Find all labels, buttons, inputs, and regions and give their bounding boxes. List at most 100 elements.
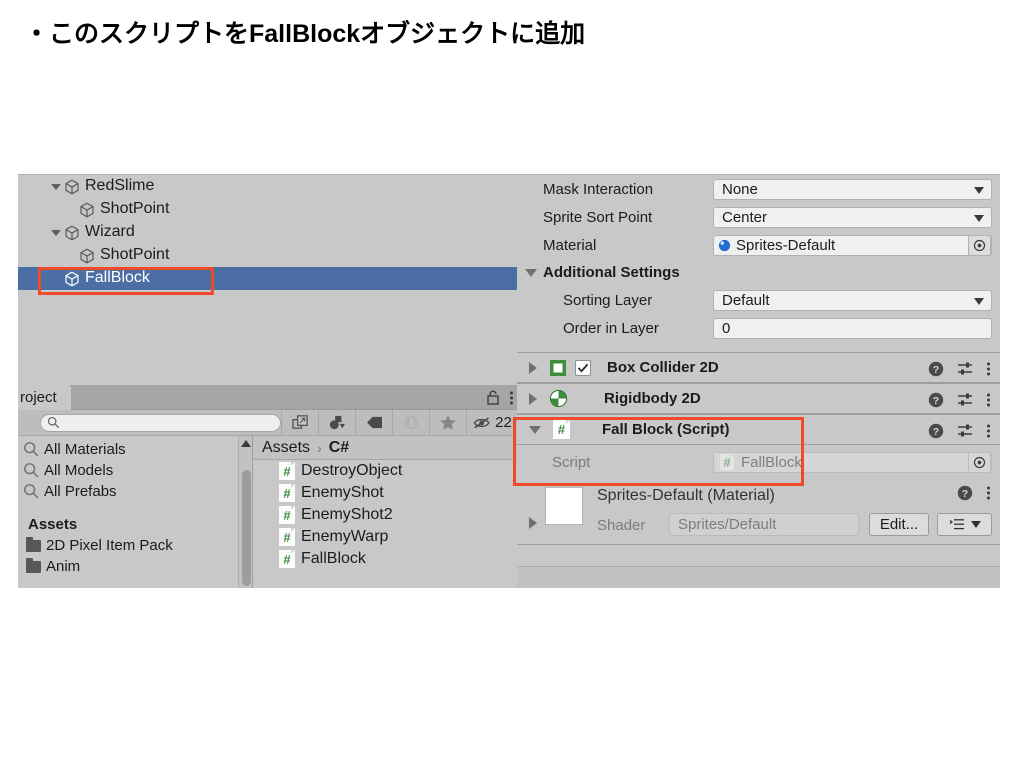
csharp-script-icon: # [720,454,734,470]
shader-dropdown[interactable]: Sprites/Default [669,513,859,536]
component-actions: ? [928,353,991,384]
component-header-rigidbody-2d[interactable]: Rigidbody 2D ? [517,383,1000,414]
hierarchy-item-wizard[interactable]: Wizard [18,221,518,244]
search-input[interactable] [40,413,281,432]
preset-icon[interactable] [957,392,973,407]
hierarchy-item-shotpoint-2[interactable]: ShotPoint [18,244,518,267]
foldout-redslime-icon[interactable] [48,175,63,198]
mask-interaction-dropdown[interactable]: None [713,178,992,200]
foldout-triangle-icon[interactable] [529,517,537,529]
asset-item-label: EnemyShot2 [301,506,393,523]
project-tree-item-anim[interactable]: Anim [18,556,252,577]
inspector-bottom-strip [517,566,1000,588]
scrollbar-thumb[interactable] [242,470,251,586]
field-value: Center [722,208,768,226]
material-actions: ? [957,485,991,501]
component-enabled-checkbox[interactable] [575,359,591,376]
lock-icon[interactable] [486,390,500,405]
field-value: Sprites-Default [736,236,836,254]
hierarchy-item-label: ShotPoint [100,200,170,217]
star-favorite-icon [440,414,456,430]
csharp-script-icon: # [279,506,295,524]
favorite-filter-button[interactable] [429,409,466,436]
project-tree-item-label: 2D Pixel Item Pack [46,537,173,554]
help-icon[interactable]: ? [928,423,944,439]
object-picker-icon[interactable] [968,451,991,473]
svg-text:?: ? [933,426,939,438]
help-icon[interactable]: ? [928,392,944,408]
foldout-triangle-icon[interactable] [529,425,541,434]
hierarchy-item-fallblock[interactable]: FallBlock [18,267,518,290]
asset-item-label: EnemyShot [301,484,384,501]
label-filter-button[interactable] [355,409,392,436]
breadcrumb-root[interactable]: Assets [262,439,310,457]
hidden-assets-button[interactable]: 22 [466,409,518,436]
script-object-field[interactable]: # FallBlock [713,451,992,473]
asset-item-destroyobject[interactable]: # DestroyObject [253,460,518,482]
folder-icon [26,536,41,552]
order-in-layer-input[interactable]: 0 [713,317,992,339]
asset-item-enemywarp[interactable]: # EnemyWarp [253,526,518,548]
kebab-menu-icon[interactable] [986,423,991,439]
expand-search-button[interactable] [281,409,318,436]
field-label: Mask Interaction [543,180,654,198]
search-text-field[interactable] [41,421,45,425]
gameobject-cube-icon [65,225,79,240]
kebab-menu-icon[interactable] [986,485,991,501]
box-collider-2d-icon [550,359,566,376]
field-sorting-layer: Sorting Layer Default [517,286,1000,314]
preset-icon[interactable] [957,423,973,438]
project-tree-item-all-materials[interactable]: All Materials [18,439,252,460]
foldout-triangle-icon[interactable] [525,268,537,277]
project-tree-item-label: Anim [46,558,81,575]
foldout-triangle-icon[interactable] [529,361,537,374]
project-tree-item-all-prefabs[interactable]: All Prefabs [18,481,252,502]
field-label: Material [543,236,597,254]
asset-item-enemyshot2[interactable]: # EnemyShot2 [253,504,518,526]
field-order-in-layer: Order in Layer 0 [517,314,1000,342]
project-tree-item-assets[interactable]: Assets [18,514,252,535]
search-icon [24,463,39,478]
tab-project[interactable]: roject [18,385,71,410]
material-object-field[interactable]: Sprites-Default [713,234,992,256]
sorting-layer-dropdown[interactable]: Default [713,289,992,311]
component-header-box-collider-2d[interactable]: Box Collider 2D ? [517,352,1000,383]
component-actions: ? [928,384,991,415]
shader-preset-button[interactable] [937,513,992,536]
project-tree-item-label: All Models [44,462,114,479]
asset-item-fallblock[interactable]: # FallBlock [253,548,518,570]
field-sprite-sort-point: Sprite Sort Point Center [517,203,1000,231]
hierarchy-item-redslime[interactable]: RedSlime [18,175,518,198]
asset-item-label: DestroyObject [301,462,403,479]
kebab-menu-icon[interactable] [986,361,991,377]
help-icon[interactable]: ? [957,485,973,501]
asset-type-filter-button[interactable] [318,409,355,436]
sprite-sort-point-dropdown[interactable]: Center [713,206,992,228]
hierarchy-item-shotpoint-1[interactable]: ShotPoint [18,198,518,221]
kebab-menu-icon[interactable] [509,390,514,406]
chevron-down-icon [970,521,981,528]
help-icon[interactable]: ? [928,361,944,377]
warning-filter-button[interactable] [392,409,429,436]
gameobject-cube-icon [65,179,79,194]
component-header-fall-block-script[interactable]: # Fall Block (Script) ? [517,414,1000,445]
preset-list-icon [949,519,964,530]
kebab-menu-icon[interactable] [986,392,991,408]
foldout-wizard-icon[interactable] [48,221,63,244]
object-picker-icon[interactable] [968,234,991,256]
shader-edit-button[interactable]: Edit... [869,513,929,536]
hidden-assets-count: 22 [495,414,512,431]
expand-search-icon [291,415,308,429]
svg-text:?: ? [933,395,939,407]
project-tree-item-all-models[interactable]: All Models [18,460,252,481]
asset-item-enemyshot[interactable]: # EnemyShot [253,482,518,504]
project-tree-scrollbar[interactable] [238,436,252,588]
foldout-triangle-icon[interactable] [529,392,537,405]
preset-icon[interactable] [957,361,973,376]
svg-text:?: ? [962,488,968,500]
section-additional-settings[interactable]: Additional Settings [517,259,1000,286]
chevron-down-icon [974,214,984,222]
scroll-up-arrow-icon[interactable] [240,440,251,447]
project-tree-item-2d-pixel-item-pack[interactable]: 2D Pixel Item Pack [18,535,252,556]
breadcrumb-current[interactable]: C# [329,439,349,457]
